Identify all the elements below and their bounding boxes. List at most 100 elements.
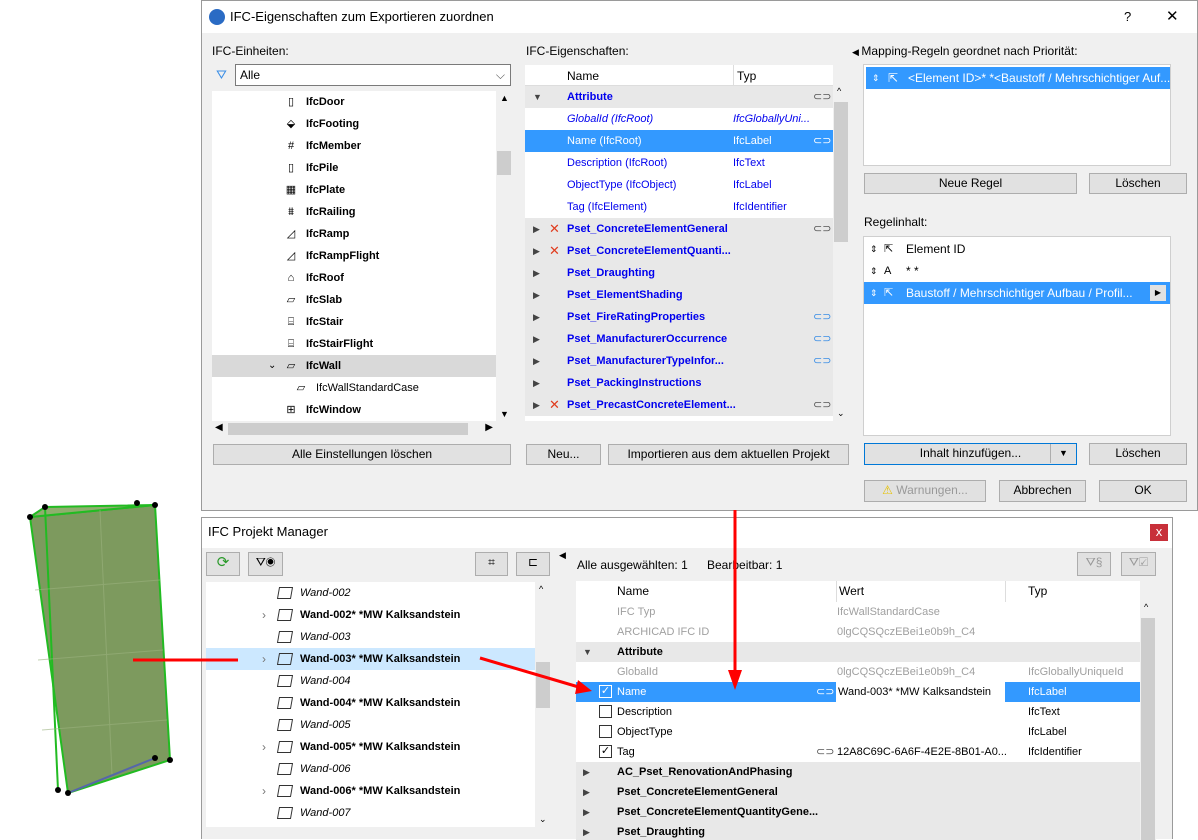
property-row[interactable]: ARCHICAD IFC ID 0lgCQSQczEBei1e0b9h_C4	[576, 622, 1140, 642]
property-row[interactable]: ObjectType IfcLabel	[576, 722, 1140, 742]
triangle-right-icon[interactable]: ▶	[533, 306, 540, 328]
property-row[interactable]: ▶ Pset_Draughting	[525, 262, 833, 284]
tree-item[interactable]: # IfcMember	[212, 135, 496, 157]
checkbox[interactable]	[599, 725, 612, 738]
tree-item[interactable]: ◿ IfcRampFlight	[212, 245, 496, 267]
property-row[interactable]: ▶ ✕ Pset_PrecastConcreteElement... ⊂⊃	[525, 394, 833, 416]
element-tree-item[interactable]: Wand-006	[206, 758, 535, 780]
property-row[interactable]: ▶ Pset_ConcreteElementGeneral	[576, 782, 1140, 802]
ok-button[interactable]: OK	[1099, 480, 1187, 502]
element-tree-item[interactable]: Wand-005	[206, 714, 535, 736]
col-name[interactable]: Name	[617, 581, 649, 602]
tree-item[interactable]: ⊞ IfcWindow	[212, 399, 496, 421]
property-row[interactable]: ObjectType (IfcObject) IfcLabel	[525, 174, 833, 196]
tree-item[interactable]: ⌂ IfcRoof	[212, 267, 496, 289]
triangle-right-icon[interactable]: ▶	[583, 802, 590, 822]
new-rule-button[interactable]: Neue Regel	[864, 173, 1077, 194]
filter-checked-button[interactable]: ⛛☑	[1121, 552, 1156, 576]
collapse-left-icon[interactable]: ◀	[852, 47, 861, 57]
tree-item[interactable]: ⌸ IfcStair	[212, 311, 496, 333]
property-value[interactable]: Wand-003* *MW Kalksandstein	[836, 682, 1005, 702]
refresh-button[interactable]: ⟳	[206, 552, 240, 576]
tree-item[interactable]: ▱ IfcSlab	[212, 289, 496, 311]
drag-handle-icon[interactable]: ⇕	[870, 282, 878, 304]
expand-arrow-button[interactable]: ▶	[1150, 285, 1166, 301]
tree-item[interactable]: ▦ IfcPlate	[212, 179, 496, 201]
close-button[interactable]: ✕	[1166, 1, 1179, 32]
drag-handle-icon[interactable]: ⇕	[870, 260, 878, 282]
property-row[interactable]: ▶ Pset_ManufacturerTypeInfor... ⊂⊃	[525, 350, 833, 372]
new-property-button[interactable]: Neu...	[526, 444, 601, 465]
add-content-button[interactable]: Inhalt hinzufügen... ▼	[864, 443, 1077, 465]
triangle-right-icon[interactable]: ▶	[533, 328, 540, 350]
filter-sections-button[interactable]: ⛛§	[1077, 552, 1111, 576]
triangle-right-icon[interactable]: ▶	[533, 262, 540, 284]
tree-item[interactable]: ⌄ ▱ IfcWall	[212, 355, 496, 377]
tree-item[interactable]: ▯ IfcDoor	[212, 91, 496, 113]
properties-scrollbar[interactable]: ^	[1140, 602, 1156, 840]
chevron-right-icon[interactable]: ›	[262, 648, 266, 670]
dropdown-arrow-icon[interactable]: ▼	[1050, 444, 1076, 463]
close-button[interactable]: x	[1150, 524, 1168, 541]
cancel-button[interactable]: Abbrechen	[999, 480, 1086, 502]
triangle-right-icon[interactable]: ▶	[533, 372, 540, 394]
tree-item[interactable]: ⌸ IfcStairFlight	[212, 333, 496, 355]
units-filter-select[interactable]: Alle ⌵	[235, 64, 511, 86]
property-row[interactable]: Name (IfcRoot) IfcLabel ⊂⊃	[525, 130, 833, 152]
element-tree-item[interactable]: Wand-007	[206, 802, 535, 824]
tree-item[interactable]: ⩩ IfcRailing	[212, 201, 496, 223]
collapse-panel-icon[interactable]: ◀	[559, 550, 566, 561]
element-tree-item[interactable]: Wand-004	[206, 670, 535, 692]
triangle-right-icon[interactable]: ▶	[533, 394, 540, 416]
property-row[interactable]: ▶ Pset_Draughting	[576, 822, 1140, 840]
triangle-down-icon[interactable]: ▼	[533, 86, 542, 108]
tree-scrollbar[interactable]: ^ ⌄	[535, 582, 551, 827]
chevron-down-icon[interactable]: ⌄	[268, 355, 276, 377]
tree-item[interactable]: ▱ IfcWallStandardCase	[212, 377, 496, 399]
property-row[interactable]: GlobalId 0lgCQSQczEBei1e0b9h_C4 IfcGloball…	[576, 662, 1140, 682]
col-type[interactable]: Typ	[1005, 581, 1047, 602]
rule-item[interactable]: ⇕ ⇱ <Element ID>* *<Baustoff / Mehrschicht…	[866, 67, 1170, 89]
chevron-right-icon[interactable]: ›	[262, 604, 266, 626]
rule-content-item[interactable]: ⇕ ⇱ Baustoff / Mehrschichtiger Aufbau / Pr…	[864, 282, 1170, 304]
property-row[interactable]: ▶ Pset_ConcreteElementQuantityGene...	[576, 802, 1140, 822]
col-name-header[interactable]: Name	[567, 65, 599, 87]
checkbox[interactable]	[599, 705, 612, 718]
import-from-project-button[interactable]: Importieren aus dem aktuellen Projekt	[608, 444, 849, 465]
clear-all-settings-button[interactable]: Alle Einstellungen löschen	[213, 444, 511, 465]
property-row[interactable]: ▼ Attribute	[576, 642, 1140, 662]
col-type-header[interactable]: Typ	[733, 65, 756, 87]
filter-view-button[interactable]: ⛛◉	[248, 552, 283, 576]
element-tree-item[interactable]: › Wand-003* *MW Kalksandstein	[206, 648, 535, 670]
property-row[interactable]: ▶ ✕ Pset_ConcreteElementGeneral ⊂⊃	[525, 218, 833, 240]
property-row[interactable]: ▶ Pset_PackingInstructions	[525, 372, 833, 394]
checkbox[interactable]: ✓	[599, 745, 612, 758]
property-row[interactable]: IFC Typ IfcWallStandardCase	[576, 602, 1140, 622]
element-tree-item[interactable]: Wand-002	[206, 582, 535, 604]
property-row[interactable]: ▶ AC_Pset_RenovationAndPhasing	[576, 762, 1140, 782]
triangle-right-icon[interactable]: ▶	[533, 218, 540, 240]
property-row[interactable]: ✓ Tag ⊂⊃ 12A8C69C-6A6F-4E2E-8B01-A0... IfcId…	[576, 742, 1140, 762]
property-row[interactable]: ▶ Pset_FireRatingProperties ⊂⊃	[525, 306, 833, 328]
rule-content-item[interactable]: ⇕ A * *	[864, 260, 1170, 282]
triangle-right-icon[interactable]: ▶	[533, 350, 540, 372]
drag-handle-icon[interactable]: ⇕	[870, 238, 878, 260]
triangle-right-icon[interactable]: ▶	[533, 284, 540, 306]
property-row[interactable]: ▶ Pset_ElementShading	[525, 284, 833, 306]
element-tree-item[interactable]: Wand-003	[206, 626, 535, 648]
element-tree-item[interactable]: › Wand-005* *MW Kalksandstein	[206, 736, 535, 758]
delete-rule-button[interactable]: Löschen	[1089, 173, 1187, 194]
element-tree-item[interactable]: › Wand-006* *MW Kalksandstein	[206, 780, 535, 802]
rule-content-item[interactable]: ⇕ ⇱ Element ID	[864, 238, 1170, 260]
chevron-right-icon[interactable]: ›	[262, 780, 266, 802]
warnings-button[interactable]: ⚠ Warnungen...	[864, 480, 986, 502]
checkbox[interactable]: ✓	[599, 685, 612, 698]
props-scrollbar[interactable]: ^ ⌄	[833, 86, 849, 421]
element-tree-item[interactable]: › Wand-002* *MW Kalksandstein	[206, 604, 535, 626]
col-value[interactable]: Wert	[836, 581, 864, 602]
expand-all-button[interactable]: ⌗	[475, 552, 508, 576]
triangle-right-icon[interactable]: ▶	[583, 782, 590, 802]
triangle-right-icon[interactable]: ▶	[533, 240, 540, 262]
triangle-right-icon[interactable]: ▶	[583, 762, 590, 782]
triangle-right-icon[interactable]: ▶	[583, 822, 590, 840]
